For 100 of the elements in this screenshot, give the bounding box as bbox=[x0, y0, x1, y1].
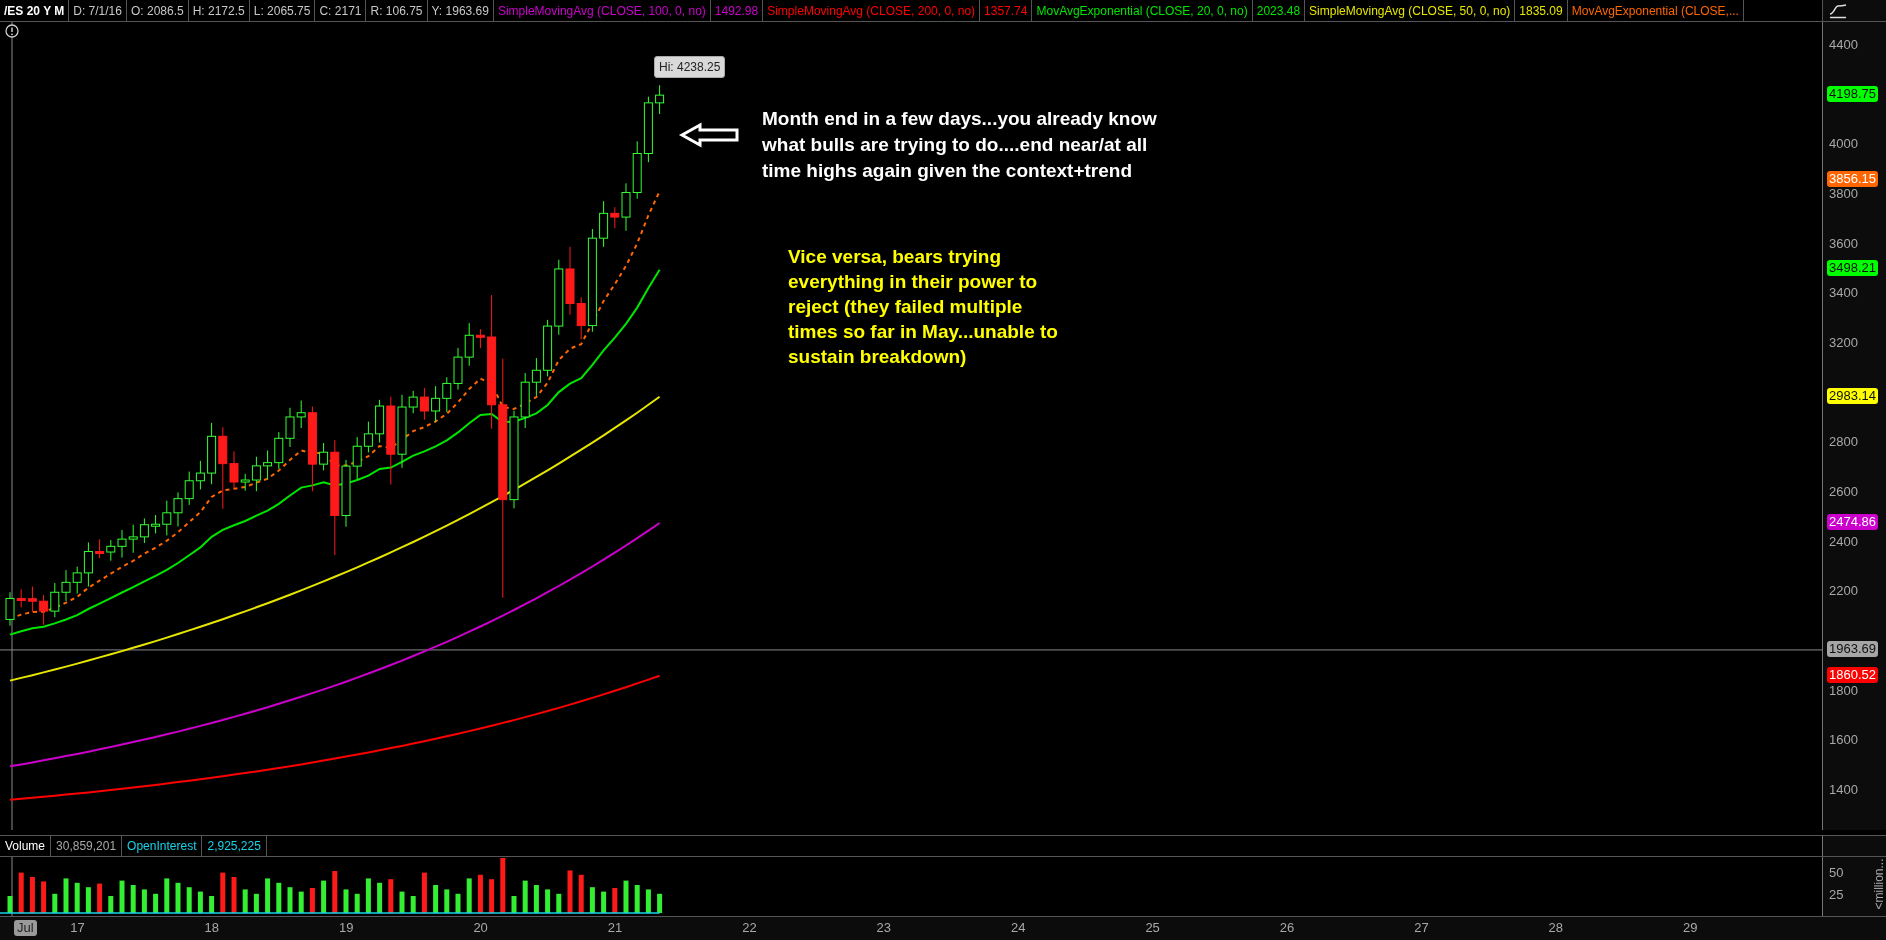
volume-bar bbox=[141, 889, 147, 913]
left-arrow bbox=[678, 122, 739, 148]
candle bbox=[50, 582, 60, 618]
month-label: Jul bbox=[14, 920, 37, 936]
axis-tick-label: 3400 bbox=[1829, 285, 1858, 302]
volume-bar bbox=[500, 858, 506, 913]
candle bbox=[27, 586, 37, 613]
axis-tick-label: 28 bbox=[1548, 920, 1564, 936]
volume-bar bbox=[354, 893, 360, 913]
candle bbox=[632, 140, 642, 200]
candle bbox=[531, 357, 541, 397]
candle bbox=[263, 449, 273, 480]
quote-field: L: 2065.75 bbox=[249, 0, 316, 21]
quote-field: R: 106.75 bbox=[366, 0, 428, 21]
axis-tick-label: 24 bbox=[1011, 920, 1026, 936]
volume-bar bbox=[601, 891, 607, 913]
study-name[interactable]: MovAvgExponential (CLOSE, 20, 0, no) bbox=[1032, 0, 1253, 21]
study-value: 2023.48 bbox=[1252, 0, 1306, 21]
volume-bar bbox=[7, 896, 13, 913]
axis-tick-label: 1600 bbox=[1829, 732, 1858, 749]
axis-tick-label: 3800 bbox=[1829, 185, 1858, 202]
axis-tick-label: 29 bbox=[1683, 920, 1698, 936]
volume-bar bbox=[209, 896, 215, 913]
axis-tick-label: 19 bbox=[339, 920, 354, 936]
candle bbox=[453, 347, 463, 391]
axis-tick-label: 3200 bbox=[1829, 334, 1858, 351]
volume-bar bbox=[332, 871, 338, 913]
volume-bar bbox=[18, 872, 24, 913]
candle bbox=[39, 594, 49, 626]
volume-bar bbox=[85, 887, 91, 913]
candle bbox=[274, 431, 284, 470]
study-name[interactable]: SimpleMovingAvg (CLOSE, 100, 0, no) bbox=[493, 0, 711, 21]
axis-tick-label: 22 bbox=[742, 920, 757, 936]
study-name[interactable]: MovAvgExponential (CLOSE,... bbox=[1567, 0, 1744, 21]
candle bbox=[195, 460, 205, 490]
alert-icon[interactable] bbox=[5, 24, 19, 38]
volume-bar bbox=[455, 893, 461, 913]
symbol-label: /ES 20 Y M bbox=[0, 0, 70, 21]
axis-tick-label: 25 bbox=[1829, 887, 1844, 903]
candle bbox=[643, 96, 653, 163]
axis-tick-label: 23 bbox=[876, 920, 892, 936]
volume-bar bbox=[444, 889, 450, 913]
volume-label: Volume bbox=[0, 836, 52, 856]
candle bbox=[363, 421, 373, 453]
axis-tick-label: 26 bbox=[1279, 920, 1295, 936]
volume-bar bbox=[119, 880, 125, 913]
volume-bar bbox=[29, 877, 35, 913]
volume-bar bbox=[612, 888, 618, 913]
candle bbox=[117, 529, 127, 558]
volume-bar bbox=[321, 880, 327, 913]
volume-bar bbox=[63, 878, 69, 913]
volume-bar bbox=[253, 893, 259, 913]
volume-bar bbox=[41, 881, 47, 913]
volume-bar bbox=[309, 888, 315, 913]
volume-bar bbox=[343, 889, 349, 913]
axis-tick-label: 2400 bbox=[1829, 533, 1858, 550]
volume-bar bbox=[388, 879, 394, 913]
axis-tick-label: 20 bbox=[473, 920, 488, 936]
candle bbox=[442, 376, 452, 413]
volume-bar bbox=[265, 878, 271, 913]
axis-tick-label: 17 bbox=[70, 920, 85, 936]
axis-tick-label: 3600 bbox=[1829, 235, 1858, 252]
volume-bar bbox=[533, 885, 539, 913]
price-label: 4198.75 bbox=[1827, 85, 1878, 102]
candle bbox=[173, 491, 183, 527]
quote-field: D: 7/1/16 bbox=[69, 0, 127, 21]
volume-bar bbox=[645, 889, 651, 913]
volume-bar bbox=[108, 896, 114, 913]
quote-field: H: 2172.5 bbox=[188, 0, 250, 21]
axis-unit-label: <million... bbox=[1871, 858, 1886, 910]
volume-bar bbox=[298, 891, 304, 913]
open-interest-value: 2,925,225 bbox=[202, 836, 267, 856]
candle bbox=[106, 539, 116, 562]
volume-bar bbox=[164, 878, 170, 913]
volume-bar bbox=[466, 878, 472, 913]
study-curve-icon[interactable] bbox=[1829, 2, 1847, 19]
volume-bar bbox=[589, 887, 595, 913]
study-name[interactable]: SimpleMovingAvg (CLOSE, 200, 0, no) bbox=[763, 0, 981, 21]
volume-value: 30,859,201 bbox=[51, 836, 123, 856]
chart-note: Vice versa, bears trying everything in their power to reject (they failed multiple times so far in May...unable to sustain breakdown) bbox=[788, 245, 1059, 369]
volume-bar bbox=[410, 896, 416, 913]
axis-tick-label: 1400 bbox=[1829, 781, 1858, 798]
volume-bar bbox=[578, 874, 584, 913]
axis-tick-label: 21 bbox=[607, 920, 623, 936]
axis-tick-label: 4000 bbox=[1829, 136, 1858, 153]
crosshair-line bbox=[11, 857, 13, 916]
volume-bar bbox=[421, 872, 427, 913]
volume-bar bbox=[477, 874, 483, 913]
volume-bar bbox=[399, 891, 405, 913]
volume-bar bbox=[153, 893, 159, 913]
quote-field: O: 2086.5 bbox=[126, 0, 189, 21]
price-label: 1963.69 bbox=[1827, 640, 1878, 657]
volume-bar bbox=[97, 883, 103, 913]
volume-bar bbox=[489, 879, 495, 913]
high-price-tooltip: Hi: 4238.25 bbox=[654, 56, 726, 78]
volume-bar bbox=[220, 872, 226, 913]
candle bbox=[543, 319, 553, 377]
volume-bar bbox=[365, 878, 371, 913]
volume-bar bbox=[197, 891, 203, 913]
study-name[interactable]: SimpleMovingAvg (CLOSE, 50, 0, no) bbox=[1305, 0, 1516, 21]
